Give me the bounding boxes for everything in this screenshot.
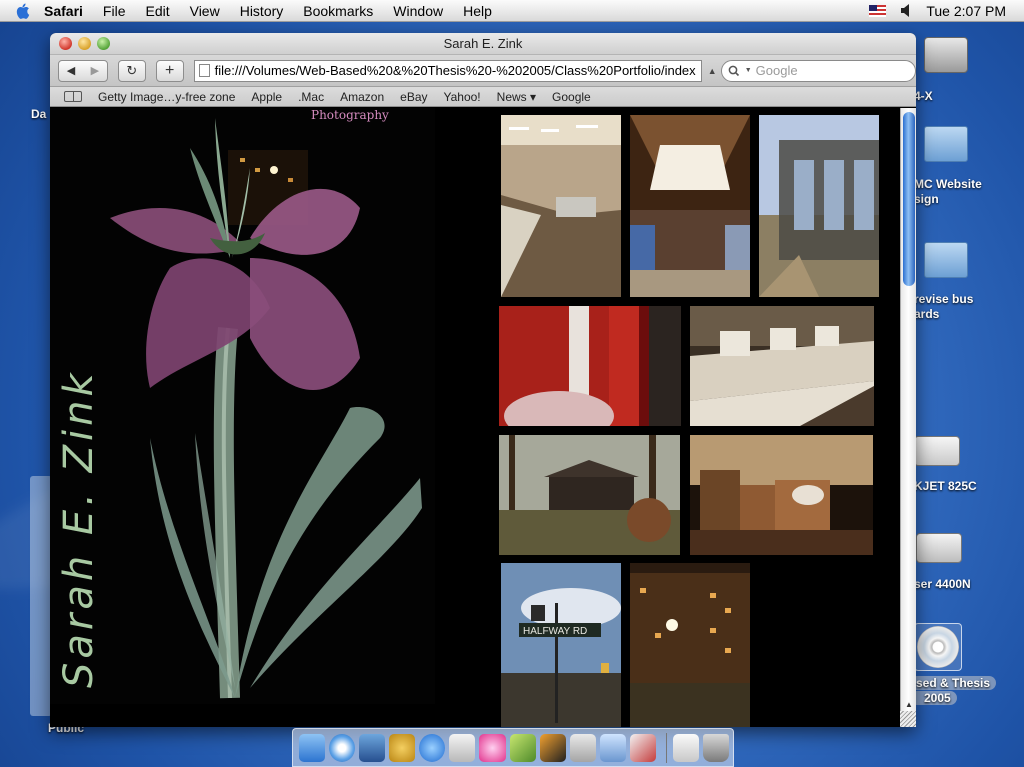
search-dropdown-icon[interactable]: ▼ bbox=[745, 67, 752, 74]
street-sign-text: HALFWAY RD bbox=[523, 626, 587, 637]
browser-toolbar: ◀ ▶ ↻ + file:///Volumes/Web-Based%20&%20… bbox=[50, 55, 916, 87]
back-forward-buttons: ◀ ▶ bbox=[58, 59, 108, 82]
dock-ichat-icon[interactable] bbox=[389, 733, 416, 762]
thumbnail-halfway-rd-sign[interactable]: HALFWAY RD bbox=[501, 563, 621, 727]
desktop-partial-label: Da bbox=[31, 107, 47, 121]
thumbnail-red-lockers[interactable] bbox=[499, 306, 681, 426]
bookmark-ebay[interactable]: eBay bbox=[400, 90, 427, 104]
back-button[interactable]: ◀ bbox=[67, 64, 75, 77]
bookmark-google[interactable]: Google bbox=[552, 90, 591, 104]
add-bookmark-button[interactable]: + bbox=[155, 59, 184, 82]
vertical-scrollbar[interactable]: ▲ ▼ bbox=[900, 108, 916, 727]
bookmark-news-menu[interactable]: News ▾ bbox=[497, 90, 536, 104]
apple-menu-icon[interactable] bbox=[0, 0, 44, 22]
bookmark-yahoo[interactable]: Yahoo! bbox=[444, 90, 481, 104]
background-window-edge bbox=[30, 476, 52, 716]
scrollbar-thumb[interactable] bbox=[903, 112, 915, 286]
dock-acrobat-icon[interactable] bbox=[629, 733, 656, 762]
window-resize-grip[interactable] bbox=[900, 711, 916, 727]
artist-signature: Sarah E. Zink bbox=[56, 369, 102, 688]
address-url: file:///Volumes/Web-Based%20&%20Thesis%2… bbox=[214, 63, 696, 78]
dock-system-prefs-icon[interactable] bbox=[569, 733, 596, 762]
dock bbox=[292, 728, 734, 767]
desktop-disc-label: sed & Thesis bbox=[910, 676, 997, 690]
bookmarks-bar: Getty Image…y-free zone Apple .Mac Amazo… bbox=[50, 87, 916, 107]
dock-xcode-icon[interactable] bbox=[599, 733, 626, 762]
dock-safari-icon[interactable] bbox=[329, 733, 356, 762]
dock-iphoto-icon[interactable] bbox=[479, 733, 506, 762]
flower-artwork-image bbox=[50, 108, 435, 704]
thumbnail-computer-lab[interactable] bbox=[501, 115, 621, 297]
bookmark-getty[interactable]: Getty Image…y-free zone bbox=[98, 90, 235, 104]
volume-speaker-icon[interactable] bbox=[900, 4, 912, 17]
thumbnail-bus-shelter[interactable] bbox=[759, 115, 879, 297]
menu-app-name[interactable]: Safari bbox=[44, 0, 93, 22]
address-history-chevron-icon[interactable]: ▲ bbox=[708, 66, 717, 76]
dock-document-icon[interactable] bbox=[672, 733, 699, 762]
zoom-window-button[interactable] bbox=[97, 37, 110, 50]
desktop-folder-label: revise bus bbox=[914, 292, 974, 306]
photography-nav-link[interactable]: Photography bbox=[311, 108, 389, 122]
window-titlebar[interactable]: Sarah E. Zink bbox=[50, 33, 916, 55]
menu-view[interactable]: View bbox=[180, 0, 230, 22]
menu-window[interactable]: Window bbox=[383, 0, 453, 22]
thumbnail-booth-seating[interactable] bbox=[690, 435, 873, 555]
desktop-folder-icon[interactable] bbox=[924, 242, 968, 278]
dock-separator bbox=[665, 732, 667, 763]
address-bar[interactable]: file:///Volumes/Web-Based%20&%20Thesis%2… bbox=[193, 59, 702, 82]
menu-bookmarks[interactable]: Bookmarks bbox=[293, 0, 383, 22]
search-icon bbox=[728, 65, 739, 76]
web-page-content: Sarah E. Zink Photography HALFWAY RD bbox=[50, 108, 900, 727]
desktop-disc-label-line2: 2005 bbox=[910, 691, 957, 705]
minimize-window-button[interactable] bbox=[78, 37, 91, 50]
dock-trash-icon[interactable] bbox=[702, 733, 730, 762]
dock-quicktime-icon[interactable] bbox=[419, 733, 446, 762]
us-flag-input-menu-icon[interactable] bbox=[869, 4, 887, 17]
page-file-icon bbox=[198, 64, 210, 77]
bookmark-mac[interactable]: .Mac bbox=[298, 90, 324, 104]
dock-mail-icon[interactable] bbox=[359, 733, 386, 762]
bookmark-amazon[interactable]: Amazon bbox=[340, 90, 384, 104]
desktop-printer-icon[interactable] bbox=[916, 533, 962, 563]
close-window-button[interactable] bbox=[59, 37, 72, 50]
safari-window: Sarah E. Zink ◀ ▶ ↻ + file:///Volumes/We… bbox=[50, 33, 916, 727]
desktop-printer-label: ser 4400N bbox=[914, 577, 971, 591]
desktop-drive-label: 4-X bbox=[914, 89, 933, 103]
desktop-folder-label-line2: ards bbox=[914, 307, 940, 321]
dock-preview-icon[interactable] bbox=[449, 733, 476, 762]
desktop-folder-label: MC Website bbox=[914, 177, 982, 191]
desktop-disc-icon[interactable] bbox=[914, 623, 962, 671]
dock-pencil-icon[interactable] bbox=[509, 733, 536, 762]
bookmark-apple[interactable]: Apple bbox=[251, 90, 282, 104]
menu-file[interactable]: File bbox=[93, 0, 136, 22]
desktop-printer-icon[interactable] bbox=[914, 436, 960, 466]
menu-history[interactable]: History bbox=[230, 0, 294, 22]
menu-edit[interactable]: Edit bbox=[135, 0, 179, 22]
thumbnail-printers-counter[interactable] bbox=[690, 306, 874, 426]
dock-finder-icon[interactable] bbox=[299, 733, 326, 762]
desktop-folder-icon[interactable] bbox=[924, 126, 968, 162]
desktop-drive-icon[interactable] bbox=[924, 37, 968, 73]
thumbnail-atrium-ceiling[interactable] bbox=[630, 115, 750, 297]
thumbnail-building-night[interactable] bbox=[630, 563, 750, 727]
forward-button[interactable]: ▶ bbox=[91, 64, 99, 77]
thumbnail-gazebo-woods[interactable] bbox=[499, 435, 680, 555]
scroll-up-arrow-icon[interactable]: ▲ bbox=[904, 700, 914, 710]
search-field[interactable]: ▼ bbox=[720, 59, 916, 82]
dock-illustrator-icon[interactable] bbox=[539, 733, 566, 762]
menu-help[interactable]: Help bbox=[453, 0, 502, 22]
search-input[interactable] bbox=[755, 63, 906, 78]
menubar-clock[interactable]: Tue 2:07 PM bbox=[926, 3, 1006, 19]
reload-button[interactable]: ↻ bbox=[117, 59, 146, 82]
window-title: Sarah E. Zink bbox=[443, 36, 523, 51]
desktop-printer-label: KJET 825C bbox=[914, 479, 977, 493]
bookmarks-book-icon[interactable] bbox=[64, 91, 82, 102]
desktop-folder-label-line2: sign bbox=[914, 192, 939, 206]
menu-bar: Safari File Edit View History Bookmarks … bbox=[0, 0, 1024, 22]
